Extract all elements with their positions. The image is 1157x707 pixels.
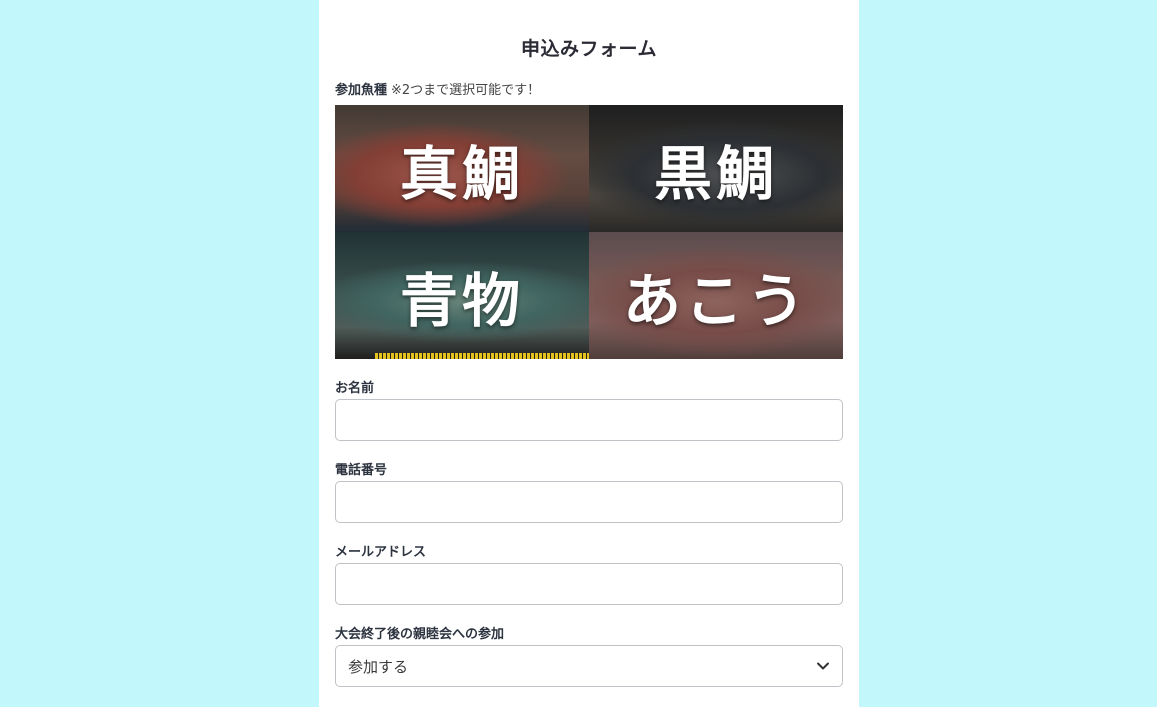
species-option-akou[interactable]: あこう (589, 232, 843, 359)
species-option-label: 青物 (399, 266, 524, 335)
species-option-label: 真鯛 (399, 139, 524, 208)
species-option-label: あこう (622, 266, 809, 335)
email-input[interactable] (335, 563, 843, 605)
party-label: 大会終了後の親睦会への参加 (335, 627, 505, 642)
species-label-text: 参加魚種 (335, 83, 388, 98)
name-label: お名前 (335, 381, 375, 396)
species-note: ※2つまで選択可能です！ (391, 83, 541, 98)
phone-label: 電話番号 (335, 463, 388, 478)
party-select-value: 参加する (348, 657, 409, 676)
measuring-tape (375, 353, 589, 359)
species-option-kurodai[interactable]: 黒鯛 (589, 105, 843, 232)
chevron-down-icon (816, 659, 830, 673)
form-title: 申込みフォーム (521, 38, 657, 60)
species-option-madai[interactable]: 真鯛 (335, 105, 589, 232)
application-form-card: 申込みフォーム 参加魚種 ※2つまで選択可能です！ 真鯛 黒鯛 青物 あこう お名… (319, 0, 859, 707)
name-input[interactable] (335, 399, 843, 441)
email-label: メールアドレス (335, 545, 427, 560)
species-option-label: 黒鯛 (653, 139, 778, 208)
phone-input[interactable] (335, 481, 843, 523)
species-selector: 真鯛 黒鯛 青物 あこう (335, 105, 843, 359)
party-select[interactable]: 参加する (335, 645, 843, 687)
species-option-aomono[interactable]: 青物 (335, 232, 589, 359)
species-label: 参加魚種 ※2つまで選択可能です！ (335, 79, 540, 98)
